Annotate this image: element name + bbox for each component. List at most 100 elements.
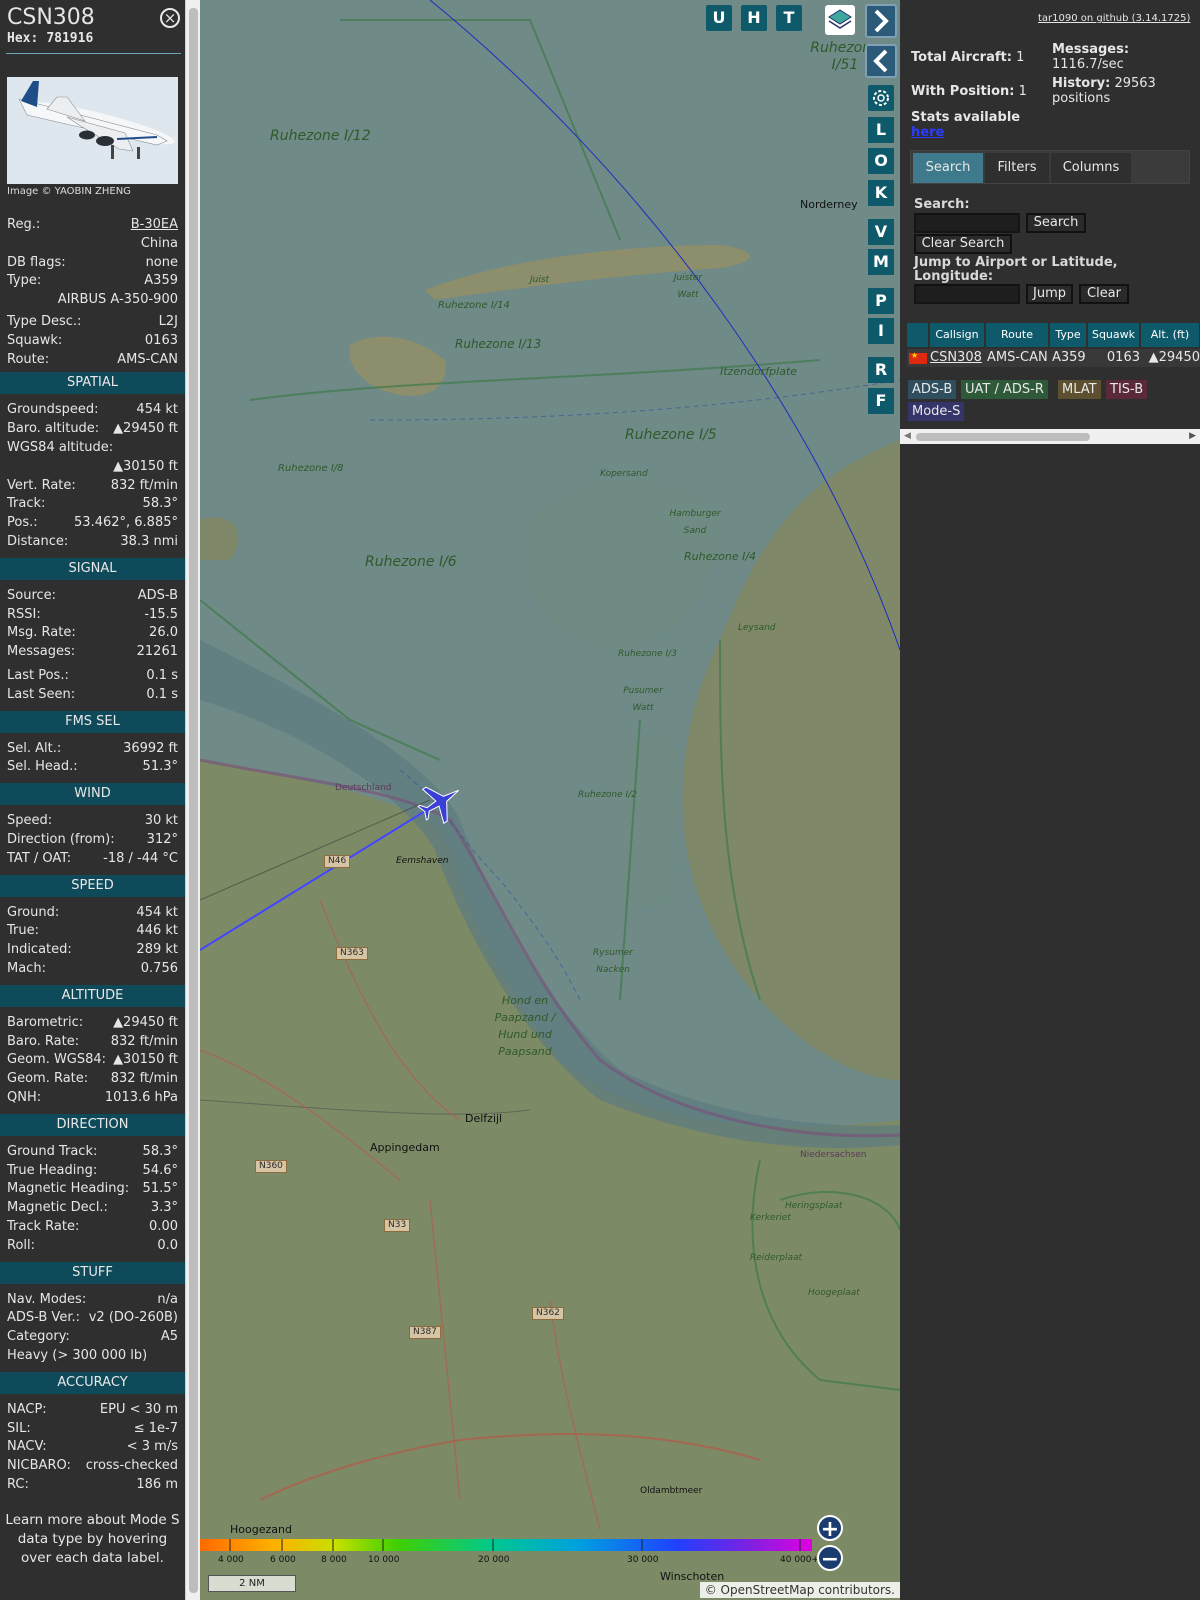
detail-label[interactable]: RC: [7,1477,29,1492]
detail-label[interactable]: Reg.: [7,217,40,232]
altitude-scale-label: 8 000 [321,1555,347,1565]
detail-label[interactable]: Mach: [7,961,46,976]
detail-label[interactable]: NACP: [7,1402,47,1417]
jump-input[interactable] [914,284,1020,304]
close-icon[interactable]: × [160,8,180,28]
detail-label[interactable]: Msg. Rate: [7,625,76,640]
detail-label[interactable]: Vert. Rate: [7,478,76,493]
zoom-in-button[interactable]: + [817,1515,843,1542]
toggle-h-button[interactable]: H [741,5,767,31]
toggle-k-button[interactable]: K [868,180,894,206]
detail-label[interactable]: Source: [7,588,56,603]
toggle-p-button[interactable]: P [868,288,894,314]
detail-label[interactable]: Sel. Head.: [7,759,78,774]
chevron-left-icon[interactable] [865,44,897,78]
toggle-t-button[interactable]: T [776,5,802,31]
row-callsign[interactable]: CSN308 [930,349,982,367]
detail-label[interactable]: Nav. Modes: [7,1292,86,1307]
detail-value: 38.3 nmi [120,534,178,549]
detail-label[interactable]: Baro. Rate: [7,1034,79,1049]
toggle-m-button[interactable]: M [868,249,894,275]
scrollbar-thumb[interactable] [916,433,1090,441]
detail-row-vert-rate: Vert. Rate: 832 ft/min [7,478,178,496]
tab-filters[interactable]: Filters [985,153,1049,183]
tab-columns[interactable]: Columns [1051,153,1131,183]
detail-label[interactable]: SIL: [7,1421,31,1436]
detail-label[interactable]: Magnetic Decl.: [7,1200,108,1215]
clear-button[interactable]: Clear [1079,284,1129,304]
detail-label[interactable]: ADS-B Ver.: [7,1310,80,1325]
map-label: Ruhezone I/2 [578,790,637,800]
detail-label[interactable]: Squawk: [7,333,62,348]
stats-link[interactable]: here [911,125,944,140]
detail-label[interactable]: Category: [7,1329,70,1344]
detail-label[interactable]: Geom. Rate: [7,1071,88,1086]
detail-label[interactable]: Speed: [7,813,52,828]
detail-label[interactable]: QNH: [7,1090,41,1105]
clear-search-button[interactable]: Clear Search [914,234,1012,254]
detail-label[interactable]: Indicated: [7,942,72,957]
jump-button[interactable]: Jump [1026,284,1073,304]
detail-label[interactable]: NACV: [7,1439,47,1454]
detail-label[interactable]: Type: [7,273,41,288]
toggle-v-button[interactable]: V [868,219,894,245]
tab-search[interactable]: Search [913,153,983,183]
detail-label[interactable]: Type Desc.: [7,314,81,329]
detail-label[interactable]: Heavy (> 300 000 lb) [7,1348,147,1363]
detail-label[interactable]: Roll: [7,1238,35,1253]
toggle-f-button[interactable]: F [868,388,894,414]
column-header[interactable]: Callsign [930,323,985,347]
detail-label[interactable]: True: [7,923,39,938]
detail-label[interactable]: Geom. WGS84: [7,1052,106,1067]
detail-label[interactable]: Track: [7,496,45,511]
column-header[interactable]: Squawk [1088,323,1140,347]
chevron-right-icon[interactable] [865,4,897,38]
toggle-r-button[interactable]: R [868,357,894,383]
search-input[interactable] [914,213,1020,233]
detail-row-wgs84-altitude: WGS84 altitude: [7,440,178,458]
github-link[interactable]: tar1090 on github (3.14.1725) [1038,13,1190,24]
detail-value[interactable]: B-30EA [131,217,178,232]
map-label: Reiderplaat [750,1253,803,1263]
detail-label[interactable]: Magnetic Heading: [7,1181,129,1196]
detail-label[interactable]: Messages: [7,644,75,659]
layers-icon[interactable] [825,5,855,35]
column-header[interactable]: Alt. (ft) [1141,323,1200,347]
column-header[interactable]: Route [986,323,1049,347]
toggle-l-button[interactable]: L [868,117,894,143]
detail-row-rc: RC: 186 m [7,1477,178,1495]
gear-icon[interactable] [868,85,894,111]
detail-label[interactable]: Last Seen: [7,687,75,702]
detail-label[interactable]: Ground Track: [7,1144,97,1159]
toggle-o-button[interactable]: O [868,148,894,174]
detail-label[interactable]: WGS84 altitude: [7,440,113,455]
detail-label[interactable]: TAT / OAT: [7,851,71,866]
detail-label[interactable]: True Heading: [7,1163,97,1178]
detail-label[interactable]: Groundspeed: [7,402,98,417]
aircraft-photo[interactable] [7,77,178,184]
detail-label[interactable]: Baro. altitude: [7,421,99,436]
zoom-out-button[interactable]: − [817,1545,843,1572]
detail-label[interactable]: DB flags: [7,255,66,270]
toggle-u-button[interactable]: U [706,5,732,31]
detail-label[interactable]: Track Rate: [7,1219,79,1234]
detail-label[interactable]: Barometric: [7,1015,83,1030]
toggle-i-button[interactable]: I [868,318,894,344]
detail-label[interactable]: NICBARO: [7,1458,71,1473]
scrollbar-thumb[interactable] [189,8,198,1593]
table-horizontal-scrollbar[interactable]: ◀ ▶ [900,429,1200,444]
detail-label[interactable]: Ground: [7,905,59,920]
detail-label[interactable]: Route: [7,352,49,367]
detail-label[interactable]: Pos.: [7,515,38,530]
search-button[interactable]: Search [1026,213,1086,233]
detail-label[interactable]: Direction (from): [7,832,115,847]
detail-label[interactable]: Distance: [7,534,68,549]
detail-label[interactable]: Last Pos.: [7,668,69,683]
column-header[interactable]: Type [1050,323,1087,347]
table-row[interactable]: ★ CSN308 AMS-CAN A359 0163 ▲29450 [907,349,1200,367]
map-view[interactable]: Ruhezone I/12 Ruhezone I/51 Ruhezone I/1… [200,0,900,1600]
left-panel-scrollbar[interactable] [185,0,200,1600]
map-attribution[interactable]: © OpenStreetMap contributors. [699,1582,900,1598]
detail-label[interactable]: Sel. Alt.: [7,741,61,756]
detail-label[interactable]: RSSI: [7,607,41,622]
